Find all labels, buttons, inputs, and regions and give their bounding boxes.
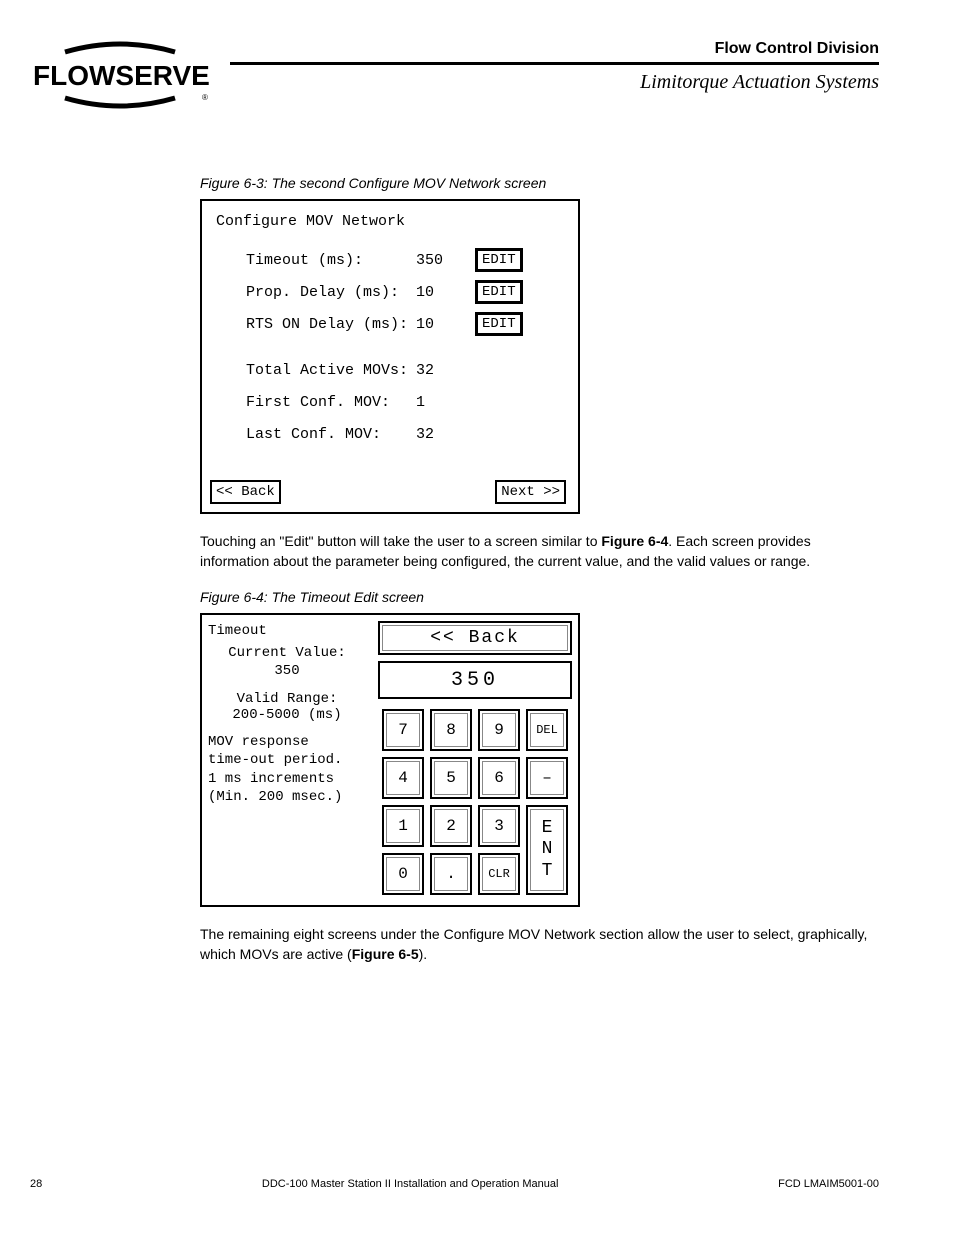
key-9[interactable]: 9 [478,709,520,751]
footer-title: DDC-100 Master Station II Installation a… [262,1178,559,1190]
screen-title: Configure MOV Network [210,213,570,230]
page-number: 28 [30,1178,42,1190]
edit-timeout-button[interactable]: EDIT [476,249,522,271]
header-rule [230,62,879,65]
svg-text:®: ® [202,93,208,102]
configure-mov-screen: Configure MOV Network Timeout (ms): 350 … [200,199,580,514]
footer-code: FCD LMAIM5001-00 [778,1178,879,1190]
keypad-back-button[interactable]: << Back [378,621,572,655]
numeric-display: 350 [378,661,572,699]
key-8[interactable]: 8 [430,709,472,751]
key-0[interactable]: 0 [382,853,424,895]
current-value-label: Current Value: [208,645,366,661]
edit-rts-delay-button[interactable]: EDIT [476,313,522,335]
first-mov-label: First Conf. MOV: [246,394,416,411]
valid-range-label: Valid Range: [208,691,366,707]
timeout-value: 350 [416,252,456,269]
rts-delay-value: 10 [416,316,456,333]
timeout-edit-screen: Timeout Current Value: 350 Valid Range: … [200,613,580,907]
key-7[interactable]: 7 [382,709,424,751]
key-1[interactable]: 1 [382,805,424,847]
key-minus[interactable]: – [526,757,568,799]
key-4[interactable]: 4 [382,757,424,799]
division-title: Flow Control Division [230,40,879,58]
last-mov-value: 32 [416,426,456,443]
edit-prop-delay-button[interactable]: EDIT [476,281,522,303]
key-clr[interactable]: CLR [478,853,520,895]
desc-line-3: 1 ms increments [208,770,366,788]
desc-line-2: time-out period. [208,751,366,769]
key-2[interactable]: 2 [430,805,472,847]
key-enter[interactable]: E N T [526,805,568,895]
page-footer: 28 DDC-100 Master Station II Installatio… [30,1178,879,1190]
total-movs-value: 32 [416,362,456,379]
key-del[interactable]: DEL [526,709,568,751]
key-5[interactable]: 5 [430,757,472,799]
back-button[interactable]: << Back [210,480,281,504]
prop-delay-label: Prop. Delay (ms): [246,284,416,301]
figure-6-3-caption: Figure 6-3: The second Configure MOV Net… [200,175,879,191]
timeout-title: Timeout [208,623,366,639]
total-movs-label: Total Active MOVs: [246,362,416,379]
figure-6-4-caption: Figure 6-4: The Timeout Edit screen [200,589,879,605]
valid-range-value: 200-5000 (ms) [208,707,366,723]
key-6[interactable]: 6 [478,757,520,799]
numeric-keypad: 7 8 9 DEL 4 5 6 – 1 2 3 E N T 0 . CLR [378,709,572,895]
key-3[interactable]: 3 [478,805,520,847]
current-value: 350 [208,663,366,679]
desc-line-4: (Min. 200 msec.) [208,788,366,806]
desc-line-1: MOV response [208,733,366,751]
timeout-label: Timeout (ms): [246,252,416,269]
last-mov-label: Last Conf. MOV: [246,426,416,443]
paragraph-remaining-screens: The remaining eight screens under the Co… [200,925,879,964]
paragraph-edit-description: Touching an "Edit" button will take the … [200,532,879,571]
rts-delay-label: RTS ON Delay (ms): [246,316,416,333]
flowserve-logo: FLOWSERVE ® [30,40,210,115]
first-mov-value: 1 [416,394,456,411]
prop-delay-value: 10 [416,284,456,301]
subtitle: Limitorque Actuation Systems [230,71,879,94]
key-dot[interactable]: . [430,853,472,895]
next-button[interactable]: Next >> [495,480,566,504]
svg-text:FLOWSERVE: FLOWSERVE [33,60,210,91]
